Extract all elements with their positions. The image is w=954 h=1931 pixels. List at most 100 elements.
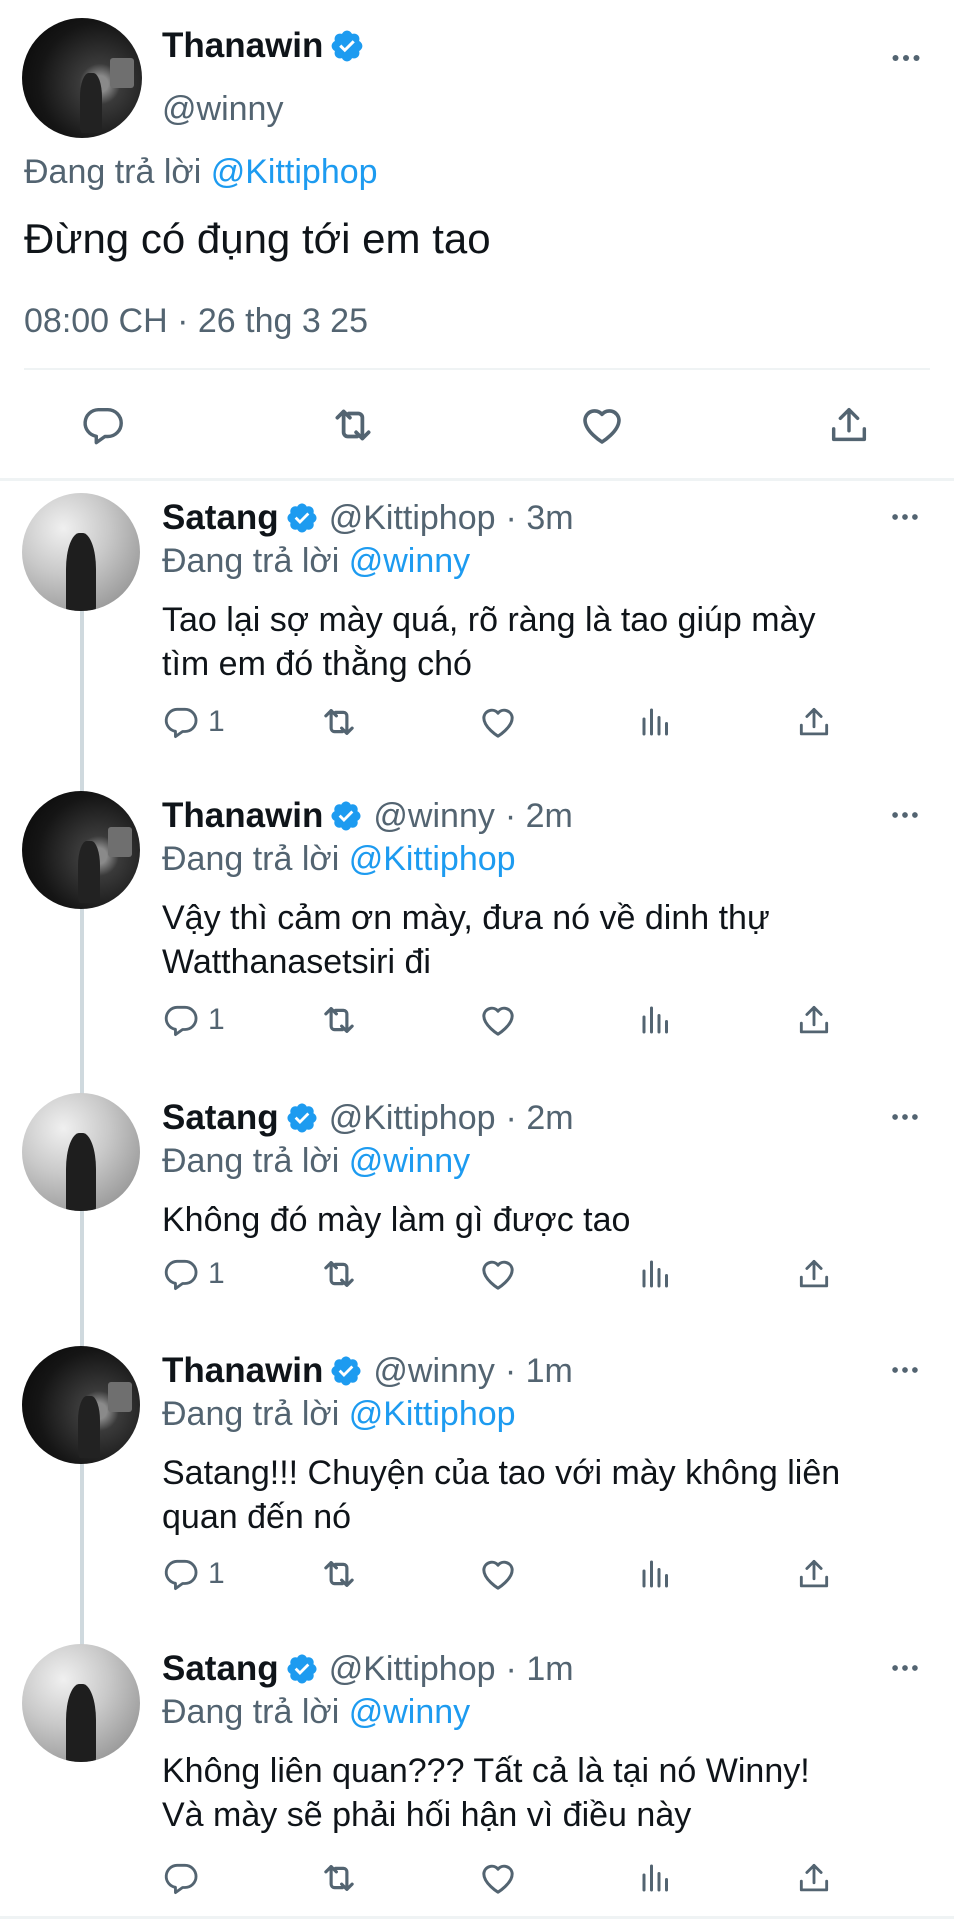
views-icon[interactable] — [638, 704, 674, 740]
tweet-time[interactable]: · 2m — [506, 1099, 574, 1138]
share-icon[interactable] — [795, 1859, 833, 1897]
tweet-text: Không liên quan??? Tất cả là tại nó Winn… — [162, 1752, 810, 1834]
reply-tweet[interactable]: Satang @Kittiphop · 1m Đang trả lời @winny K… — [0, 1641, 954, 1931]
reply-prefix: Đang trả lời — [24, 153, 202, 191]
reply-context: Đang trả lời @Kittiphop — [162, 840, 516, 879]
views-icon[interactable] — [638, 1860, 674, 1896]
reply-context: Đang trả lời @winny — [162, 1693, 470, 1732]
reply-to-link[interactable]: @Kittiphop — [349, 1395, 516, 1433]
tweet-time[interactable]: · 2m — [505, 797, 573, 836]
like-icon[interactable] — [478, 1254, 518, 1294]
author-handle[interactable]: @winny — [373, 797, 494, 836]
reply-prefix: Đang trả lời — [162, 1395, 340, 1433]
share-icon[interactable] — [795, 1001, 833, 1039]
more-icon[interactable] — [888, 1353, 922, 1387]
verified-badge-icon — [329, 1354, 363, 1388]
share-icon[interactable] — [795, 1255, 833, 1293]
author-name[interactable]: Thanawin — [162, 1351, 323, 1391]
author-handle[interactable]: @Kittiphop — [329, 1099, 496, 1138]
reply-tweet[interactable]: Thanawin @winny · 2m Đang trả lời @Kittipho… — [0, 788, 954, 1078]
reply-context: Đang trả lời @winny — [162, 542, 470, 581]
reply-icon[interactable] — [162, 1859, 200, 1897]
reply-count: 1 — [208, 1003, 225, 1036]
reply-tweet[interactable]: Thanawin @winny · 1m Đang trả lời @Kittipho… — [0, 1343, 954, 1633]
author-name[interactable]: Satang — [162, 498, 279, 538]
reply-count: 1 — [208, 1257, 225, 1290]
avatar[interactable] — [22, 18, 142, 138]
author-handle[interactable]: @Kittiphop — [329, 499, 496, 538]
reply-icon[interactable] — [162, 1555, 200, 1593]
author-name[interactable]: Thanawin — [162, 26, 323, 66]
reply-to-link[interactable]: @winny — [349, 1142, 470, 1180]
avatar[interactable] — [22, 1093, 140, 1211]
author-handle[interactable]: @winny — [373, 1352, 494, 1391]
retweet-icon[interactable] — [328, 400, 378, 450]
like-icon[interactable] — [478, 1858, 518, 1898]
reply-icon[interactable] — [162, 1001, 200, 1039]
divider — [24, 368, 930, 370]
reply-context: Đang trả lời @Kittiphop — [24, 153, 378, 192]
reply-prefix: Đang trả lời — [162, 1142, 340, 1180]
verified-badge-icon — [285, 501, 319, 535]
tweet-text: Satang!!! Chuyện của tao với mày không l… — [162, 1454, 841, 1536]
avatar[interactable] — [22, 493, 140, 611]
views-icon[interactable] — [638, 1002, 674, 1038]
tweet-text: Tao lại sợ mày quá, rõ ràng là tao giúp … — [162, 601, 816, 683]
author-name[interactable]: Satang — [162, 1649, 279, 1689]
author-handle[interactable]: @Kittiphop — [329, 1650, 496, 1689]
avatar[interactable] — [22, 791, 140, 909]
like-icon[interactable] — [478, 1000, 518, 1040]
tweet-text: Không đó mày làm gì được tao — [162, 1201, 631, 1239]
more-icon[interactable] — [888, 500, 922, 534]
more-icon[interactable] — [888, 40, 924, 76]
reply-to-link[interactable]: @winny — [349, 1693, 470, 1731]
more-icon[interactable] — [888, 798, 922, 832]
reply-context: Đang trả lời @winny — [162, 1142, 470, 1181]
main-tweet: Thanawin @winny Đang trả lời @Kittiphop … — [0, 0, 954, 480]
views-icon[interactable] — [638, 1556, 674, 1592]
retweet-icon[interactable] — [318, 701, 360, 743]
avatar[interactable] — [22, 1644, 140, 1762]
reply-icon[interactable] — [162, 1255, 200, 1293]
more-icon[interactable] — [888, 1100, 922, 1134]
like-icon[interactable] — [478, 702, 518, 742]
tweet-time[interactable]: · 1m — [506, 1650, 574, 1689]
more-icon[interactable] — [888, 1651, 922, 1685]
like-icon[interactable] — [478, 1554, 518, 1594]
reply-to-link[interactable]: @Kittiphop — [349, 840, 516, 878]
avatar[interactable] — [22, 1346, 140, 1464]
tweet-timestamp[interactable]: 08:00 CH · 26 thg 3 25 — [24, 302, 368, 341]
reply-icon[interactable] — [80, 402, 126, 448]
views-icon[interactable] — [638, 1256, 674, 1292]
verified-badge-icon — [329, 799, 363, 833]
reply-tweet[interactable]: Satang @Kittiphop · 2m Đang trả lời @winny K… — [0, 1090, 954, 1380]
share-icon[interactable] — [795, 1555, 833, 1593]
verified-badge-icon — [329, 28, 365, 64]
bottom-divider — [0, 1916, 954, 1919]
share-icon[interactable] — [826, 402, 872, 448]
retweet-icon[interactable] — [318, 999, 360, 1041]
retweet-icon[interactable] — [318, 1857, 360, 1899]
retweet-icon[interactable] — [318, 1253, 360, 1295]
section-divider — [0, 478, 954, 481]
reply-icon[interactable] — [162, 703, 200, 741]
reply-prefix: Đang trả lời — [162, 542, 340, 580]
verified-badge-icon — [285, 1101, 319, 1135]
tweet-time[interactable]: · 1m — [505, 1352, 573, 1391]
tweet-time[interactable]: · 3m — [506, 499, 574, 538]
reply-to-link[interactable]: @winny — [349, 542, 470, 580]
reply-tweet[interactable]: Satang @Kittiphop · 3m Đang trả lời @winny T… — [0, 490, 954, 780]
like-icon[interactable] — [578, 401, 626, 449]
tweet-text: Đừng có đụng tới em tao — [24, 215, 491, 262]
reply-count: 1 — [208, 705, 225, 738]
author-name[interactable]: Thanawin — [162, 796, 323, 836]
share-icon[interactable] — [795, 703, 833, 741]
author-name[interactable]: Satang — [162, 1098, 279, 1138]
author-handle[interactable]: @winny — [162, 90, 283, 129]
verified-badge-icon — [285, 1652, 319, 1686]
reply-count: 1 — [208, 1557, 225, 1590]
reply-context: Đang trả lời @Kittiphop — [162, 1395, 516, 1434]
retweet-icon[interactable] — [318, 1553, 360, 1595]
reply-prefix: Đang trả lời — [162, 840, 340, 878]
reply-to-link[interactable]: @Kittiphop — [211, 153, 378, 191]
